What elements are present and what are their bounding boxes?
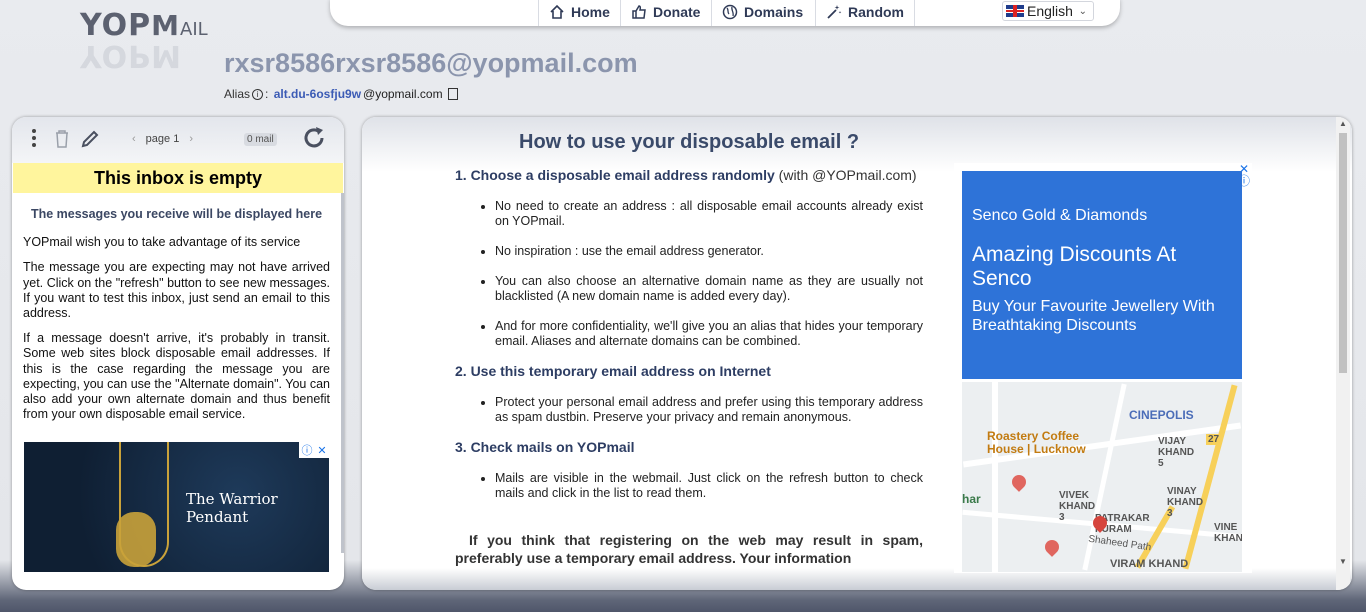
map-label-vine: VINE KHAN <box>1214 522 1242 544</box>
alias-domain: @yopmail.com <box>363 87 443 101</box>
help-panel: How to use your disposable email ? 1. Ch… <box>362 117 1352 590</box>
inbox-subtitle: The messages you receive will be display… <box>30 207 323 221</box>
inbox-paragraph-3: If a message doesn't arrive, it's probab… <box>23 331 331 422</box>
map-label-vivek: VIVEK KHAND 3 <box>1059 490 1096 523</box>
map-label-road-number: 27 <box>1206 434 1222 445</box>
pager: ‹ page 1 › <box>132 133 193 145</box>
scroll-thumb[interactable] <box>1339 133 1347 373</box>
alias-label: Alias <box>224 87 251 101</box>
help-section-1-list: No need to create an address : all dispo… <box>495 199 923 349</box>
mail-count-badge: 0 mail <box>244 133 277 146</box>
globe-icon <box>722 4 738 20</box>
pendant-ad[interactable]: The Warrior Pendant ⓘ ✕ <box>24 442 329 572</box>
senco-ad-banner[interactable]: Senco Gold & Diamonds Amazing Discounts … <box>962 171 1242 379</box>
help-section-2-title: 2. Use this temporary email address on I… <box>455 363 771 379</box>
map-label-viram: VIRAM KHAND <box>1110 558 1189 570</box>
help-section-1-title: 1. Choose a disposable email address ran… <box>455 167 775 183</box>
ad-info-icon[interactable]: ⓘ <box>301 442 312 458</box>
inbox-empty-banner: This inbox is empty <box>13 163 343 193</box>
map-label-shaheed: Shaheed Path <box>1087 533 1152 554</box>
prev-page-icon[interactable]: ‹ <box>132 133 136 145</box>
alias-address[interactable]: alt.du-6osfju9w <box>274 87 361 101</box>
pendant-ad-text-line-1: The Warrior <box>186 490 278 508</box>
map-road <box>992 382 998 572</box>
inbox-panel: ‹ page 1 › 0 mail This inbox is empty Th… <box>12 117 344 590</box>
language-select[interactable]: English ⌄ <box>1002 1 1094 21</box>
map-label-vijay: VIJAY KHAND 5 <box>1158 436 1195 469</box>
list-item: Mails are visible in the webmail. Just c… <box>495 471 923 501</box>
map-label-cinepolis: CINEPOLIS <box>1129 408 1194 422</box>
chevron-down-icon: ⌄ <box>1078 5 1087 17</box>
pendant-ad-text: The Warrior Pendant <box>186 490 278 526</box>
pendant-image <box>116 512 156 567</box>
ad-choices-close[interactable]: ⓘ ✕ <box>299 442 329 458</box>
home-icon <box>550 4 564 19</box>
edit-pencil-icon[interactable] <box>80 129 100 149</box>
ad-map[interactable]: CINEPOLIS Roastery Coffee House | Luckno… <box>962 382 1242 572</box>
refresh-icon[interactable] <box>301 125 327 151</box>
map-label-char: har <box>962 492 981 506</box>
map-hospital-pin-icon <box>1042 537 1062 557</box>
more-options-icon[interactable] <box>32 129 38 147</box>
nav-donate-label: Donate <box>653 4 701 20</box>
inbox-help-text: The messages you receive will be display… <box>23 207 330 432</box>
help-section-1-suffix: (with @YOPmail.com) <box>778 167 917 183</box>
alias-row: Alias i : alt.du-6osfju9w @yopmail.com <box>224 87 458 101</box>
help-section-1-heading: 1. Choose a disposable email address ran… <box>455 168 923 183</box>
senco-ad-headline: Amazing Discounts At Senco <box>972 243 1177 290</box>
uk-flag-icon <box>1006 5 1024 17</box>
inbox-paragraph-1: YOPmail wish you to take advantage of it… <box>23 235 301 250</box>
scroll-up-icon[interactable]: ▲ <box>1339 119 1347 128</box>
scroll-down-icon[interactable]: ▼ <box>1339 557 1347 566</box>
help-content: 1. Choose a disposable email address ran… <box>455 168 923 567</box>
logo-reflection: YOPM <box>80 38 182 73</box>
help-title: How to use your disposable email ? <box>519 131 860 153</box>
nav-domains-label: Domains <box>744 4 804 20</box>
list-item: And for more confidentiality, we'll give… <box>495 319 923 349</box>
trash-icon[interactable] <box>54 129 70 149</box>
help-section-3-title: 3. Check mails on YOPmail <box>455 439 635 455</box>
nav-home-label: Home <box>571 4 610 20</box>
magic-wand-icon <box>827 5 842 19</box>
inbox-email-address: rxsr8586rxsr8586@yopmail.com <box>224 48 638 78</box>
help-scrollbar[interactable]: ▲ ▼ <box>1336 117 1350 590</box>
nav-donate-button[interactable]: Donate <box>620 0 710 26</box>
next-page-icon[interactable]: › <box>189 133 193 145</box>
thumbs-up-icon <box>632 5 646 19</box>
help-section-2-list: Protect your personal email address and … <box>495 395 923 425</box>
help-section-3-list: Mails are visible in the webmail. Just c… <box>495 471 923 501</box>
list-item: Protect your personal email address and … <box>495 395 923 425</box>
nav-random-button[interactable]: Random <box>815 0 915 26</box>
senco-ad-description: Buy Your Favourite Jewellery With Breath… <box>972 298 1215 334</box>
language-label: English <box>1027 3 1073 19</box>
copy-icon[interactable] <box>447 88 458 100</box>
nav-domains-button[interactable]: Domains <box>711 0 813 26</box>
map-label-roastery: Roastery Coffee House | Lucknow <box>987 429 1086 456</box>
page-label: page 1 <box>145 133 180 145</box>
alias-colon: : <box>265 87 272 101</box>
close-icon[interactable]: ✕ <box>317 444 326 457</box>
list-item: No need to create an address : all dispo… <box>495 199 923 229</box>
inbox-toolbar: ‹ page 1 › 0 mail <box>12 117 344 163</box>
info-icon[interactable]: i <box>252 88 264 100</box>
pendant-ad-text-line-2: Pendant <box>186 508 249 526</box>
list-item: No inspiration : use the email address g… <box>495 244 923 259</box>
list-item: You can also choose an alternative domai… <box>495 274 923 304</box>
inbox-paragraph-2: The message you are expecting may not ha… <box>23 260 330 321</box>
spam-note: If you think that registering on the web… <box>455 532 923 566</box>
map-label-vinay: VINAY KHAND 3 <box>1167 486 1204 519</box>
top-navigation: Home Donate Domains Random English ⌄ <box>330 0 1120 26</box>
map-hospital-pin-icon <box>1009 472 1029 492</box>
senco-ad[interactable]: ✕ ⓘ Senco Gold & Diamonds Amazing Discou… <box>954 163 1252 573</box>
nav-random-label: Random <box>848 4 904 20</box>
inbox-scrollbar[interactable] <box>341 193 344 553</box>
senco-ad-brand: Senco Gold & Diamonds <box>972 207 1148 224</box>
nav-home-button[interactable]: Home <box>538 0 620 26</box>
logo-text-ail: AIL <box>180 19 208 40</box>
